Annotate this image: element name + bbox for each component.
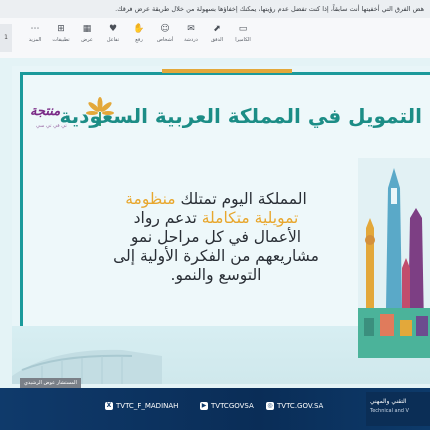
- riyadh-skyline-illustration: [358, 158, 430, 358]
- slide-body-text: المملكة اليوم تمتلك منظومة تمويلية متكام…: [66, 190, 366, 285]
- people-icon: ☺: [160, 24, 170, 34]
- toolbar-button-6[interactable]: ♥ تفاعل: [100, 22, 126, 54]
- toolbar-side-tab[interactable]: 1: [0, 24, 12, 52]
- more-icon: ⋯: [30, 24, 40, 34]
- toolbar-button-3[interactable]: ✉ دردشة: [178, 22, 204, 54]
- toolbar-button-label: الكاميرا: [235, 37, 251, 43]
- notification-banner: هض الفرق التي أخفيتها أنت سابقاً، إذا كن…: [0, 0, 430, 18]
- apps-icon: ⊞: [57, 24, 65, 34]
- speaker-caption: المستشار عوض الرشيدي: [20, 378, 81, 388]
- toolbar-button-label: تفاعل: [106, 37, 120, 43]
- footer-website-link[interactable]: ◎ TVTC.GOV.SA: [266, 402, 323, 410]
- chat-icon: ✉: [187, 24, 195, 34]
- stadium-illustration: [12, 349, 162, 384]
- footer-brand: التقني والمهني Technical and V: [366, 392, 430, 426]
- camera-icon: ▭: [238, 24, 248, 34]
- slide-frame-accent: [162, 69, 292, 73]
- slide-title: التمويل في المملكة العربية السعودية: [59, 104, 422, 128]
- toolbar-button-label: دردشة: [184, 37, 198, 43]
- toolbar-button-9[interactable]: ⋯ المزيد: [22, 22, 48, 54]
- logo-wordmark: منتجة: [30, 104, 61, 119]
- toolbar-button-8[interactable]: ⊞ تطبيقات: [48, 22, 74, 54]
- toolbar-button-2[interactable]: ⬈ الدفق: [204, 22, 230, 54]
- body-line-4: مشاريعهم من الفكرة الأولية إلى: [113, 247, 319, 265]
- toolbar-button-5[interactable]: ✋ رفع: [126, 22, 152, 54]
- toolbar-button-label: عرض: [81, 37, 93, 43]
- toolbar-button-1[interactable]: ▭ الكاميرا: [230, 22, 256, 54]
- toolbar-button-4[interactable]: ☺ أشخاص: [152, 22, 178, 54]
- view-icon: ▦: [82, 24, 92, 34]
- presentation-stage: منتجة تي في تي سي التمويل في المملكة الع…: [0, 58, 430, 388]
- footer-x-link[interactable]: X TVTC_F_MADINAH: [105, 402, 178, 410]
- toolbar-button-label: الدفق: [210, 37, 224, 43]
- body-line-1: المملكة اليوم تمتلك منظومة: [125, 190, 307, 208]
- footer-bar: X TVTC_F_MADINAH ▶ TVTCGOVSA ◎ TVTC.GOV.…: [0, 388, 430, 430]
- toolbar-button-label: أشخاص: [156, 37, 174, 43]
- toolbar-button-label: المزيد: [28, 37, 42, 43]
- meeting-toolbar: 1 ▭ الكاميرا ⬈ الدفق ✉ دردشة ☺ أشخاص ✋ رفع ♥ تفاعل ▦…: [0, 18, 430, 59]
- youtube-icon: ▶: [200, 402, 208, 410]
- footer-youtube-link[interactable]: ▶ TVTCGOVSA: [200, 402, 254, 410]
- toolbar-button-7[interactable]: ▦ عرض: [74, 22, 100, 54]
- screen-share-icon: ⬈: [213, 24, 221, 34]
- body-line-5: التوسع والنمو.: [170, 266, 262, 284]
- raise-hand-icon: ✋: [133, 24, 145, 34]
- globe-icon: ◎: [266, 402, 274, 410]
- x-logo-icon: X: [105, 402, 113, 410]
- toolbar-button-label: تطبيقات: [52, 37, 70, 43]
- body-line-3: الأعمال في كل مراحل نمو: [130, 228, 302, 246]
- notification-text: هض الفرق التي أخفيتها أنت سابقاً، إذا كن…: [115, 5, 424, 13]
- shared-slide: منتجة تي في تي سي التمويل في المملكة الع…: [12, 66, 430, 388]
- toolbar-button-label: رفع: [135, 37, 143, 43]
- react-icon: ♥: [108, 24, 118, 34]
- body-line-2: تمويلية متكاملة تدعم رواد: [133, 209, 299, 227]
